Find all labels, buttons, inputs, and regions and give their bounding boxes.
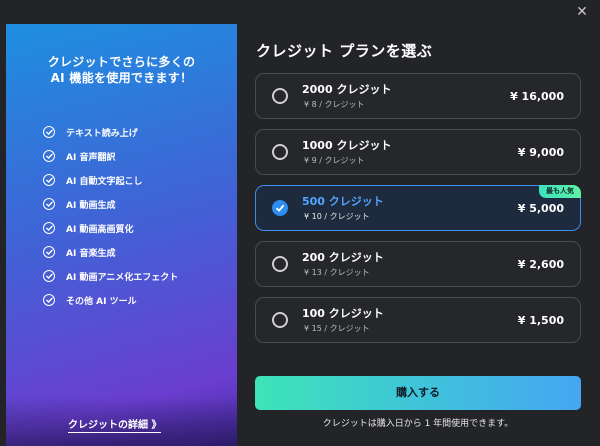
plan-option-100[interactable]: 100 クレジット ¥ 15 / クレジット ¥ 1,500 [255, 297, 581, 343]
plan-option-200[interactable]: 200 クレジット ¥ 13 / クレジット ¥ 2,600 [255, 241, 581, 287]
plan-name: 500 クレジット [302, 195, 384, 208]
plan-total-price: ¥ 2,600 [517, 258, 564, 271]
plan-unit-price: ¥ 9 / クレジット [304, 156, 365, 165]
check-icon [43, 222, 55, 234]
credit-purchase-dialog: ✕ クレジットでさらに多くの AI 機能を使用できます！ テキスト読み上げ AI… [0, 0, 600, 446]
feature-list: テキスト読み上げ AI 音声翻訳 AI 自動文字起こし AI 動画生成 AI 動… [43, 120, 178, 312]
feature-item: AI 動画高画質化 [43, 216, 178, 240]
radio-button-checked[interactable] [272, 200, 288, 216]
most-popular-badge: 最も人気 [539, 185, 581, 198]
plan-unit-price: ¥ 8 / クレジット [304, 100, 365, 109]
check-icon [43, 294, 55, 306]
feature-label: AI 動画アニメ化エフェクト [66, 272, 179, 283]
check-icon [43, 126, 55, 138]
feature-title-line2: AI 機能を使用できます！ [50, 71, 193, 85]
feature-item: AI 自動文字起こし [43, 168, 178, 192]
check-icon [43, 150, 55, 162]
plan-section-title: クレジット プランを選ぶ [256, 42, 433, 60]
plan-total-price: ¥ 16,000 [510, 90, 564, 103]
feature-label: AI 音声翻訳 [66, 152, 116, 163]
feature-item: テキスト読み上げ [43, 120, 178, 144]
feature-label: その他 AI ツール [66, 296, 137, 307]
feature-label: AI 動画生成 [66, 200, 116, 211]
feature-item: AI 音楽生成 [43, 240, 178, 264]
plan-name: 200 クレジット [302, 251, 384, 264]
plan-total-price: ¥ 1,500 [517, 314, 564, 327]
radio-button[interactable] [272, 88, 288, 104]
plan-total-price: ¥ 5,000 [517, 202, 564, 215]
feature-item: AI 動画アニメ化エフェクト [43, 264, 178, 288]
feature-item: AI 音声翻訳 [43, 144, 178, 168]
checkmark-icon [275, 204, 285, 212]
radio-button[interactable] [272, 312, 288, 328]
check-icon [43, 198, 55, 210]
feature-panel-title: クレジットでさらに多くの AI 機能を使用できます！ [6, 54, 237, 86]
plan-name: 2000 クレジット [302, 83, 392, 96]
feature-item: その他 AI ツール [43, 288, 178, 312]
feature-title-line1: クレジットでさらに多くの [47, 55, 196, 69]
check-icon [43, 246, 55, 258]
plan-unit-price: ¥ 13 / クレジット [304, 268, 370, 277]
radio-button[interactable] [272, 256, 288, 272]
plan-name: 100 クレジット [302, 307, 384, 320]
plan-name: 1000 クレジット [302, 139, 392, 152]
plan-option-2000[interactable]: 2000 クレジット ¥ 8 / クレジット ¥ 16,000 [255, 73, 581, 119]
feature-label: AI 動画高画質化 [66, 224, 134, 235]
feature-panel: クレジットでさらに多くの AI 機能を使用できます！ テキスト読み上げ AI 音… [6, 24, 237, 446]
radio-button[interactable] [272, 144, 288, 160]
plan-total-price: ¥ 9,000 [517, 146, 564, 159]
check-icon [43, 174, 55, 186]
feature-label: テキスト読み上げ [66, 128, 138, 139]
close-icon[interactable]: ✕ [574, 4, 590, 20]
feature-item: AI 動画生成 [43, 192, 178, 216]
validity-note: クレジットは購入日から 1 年間使用できます。 [322, 419, 514, 429]
feature-label: AI 音楽生成 [66, 248, 116, 259]
credit-details-link[interactable]: クレジットの詳細 》 [68, 416, 162, 433]
feature-label: AI 自動文字起こし [66, 176, 143, 187]
purchase-button[interactable]: 購入する [255, 376, 581, 410]
plan-unit-price: ¥ 10 / クレジット [304, 212, 370, 221]
plan-option-500[interactable]: 最も人気 500 クレジット ¥ 10 / クレジット ¥ 5,000 [255, 185, 581, 231]
check-icon [43, 270, 55, 282]
plan-option-1000[interactable]: 1000 クレジット ¥ 9 / クレジット ¥ 9,000 [255, 129, 581, 175]
plan-unit-price: ¥ 15 / クレジット [304, 324, 370, 333]
title-bar: ✕ [0, 0, 600, 24]
